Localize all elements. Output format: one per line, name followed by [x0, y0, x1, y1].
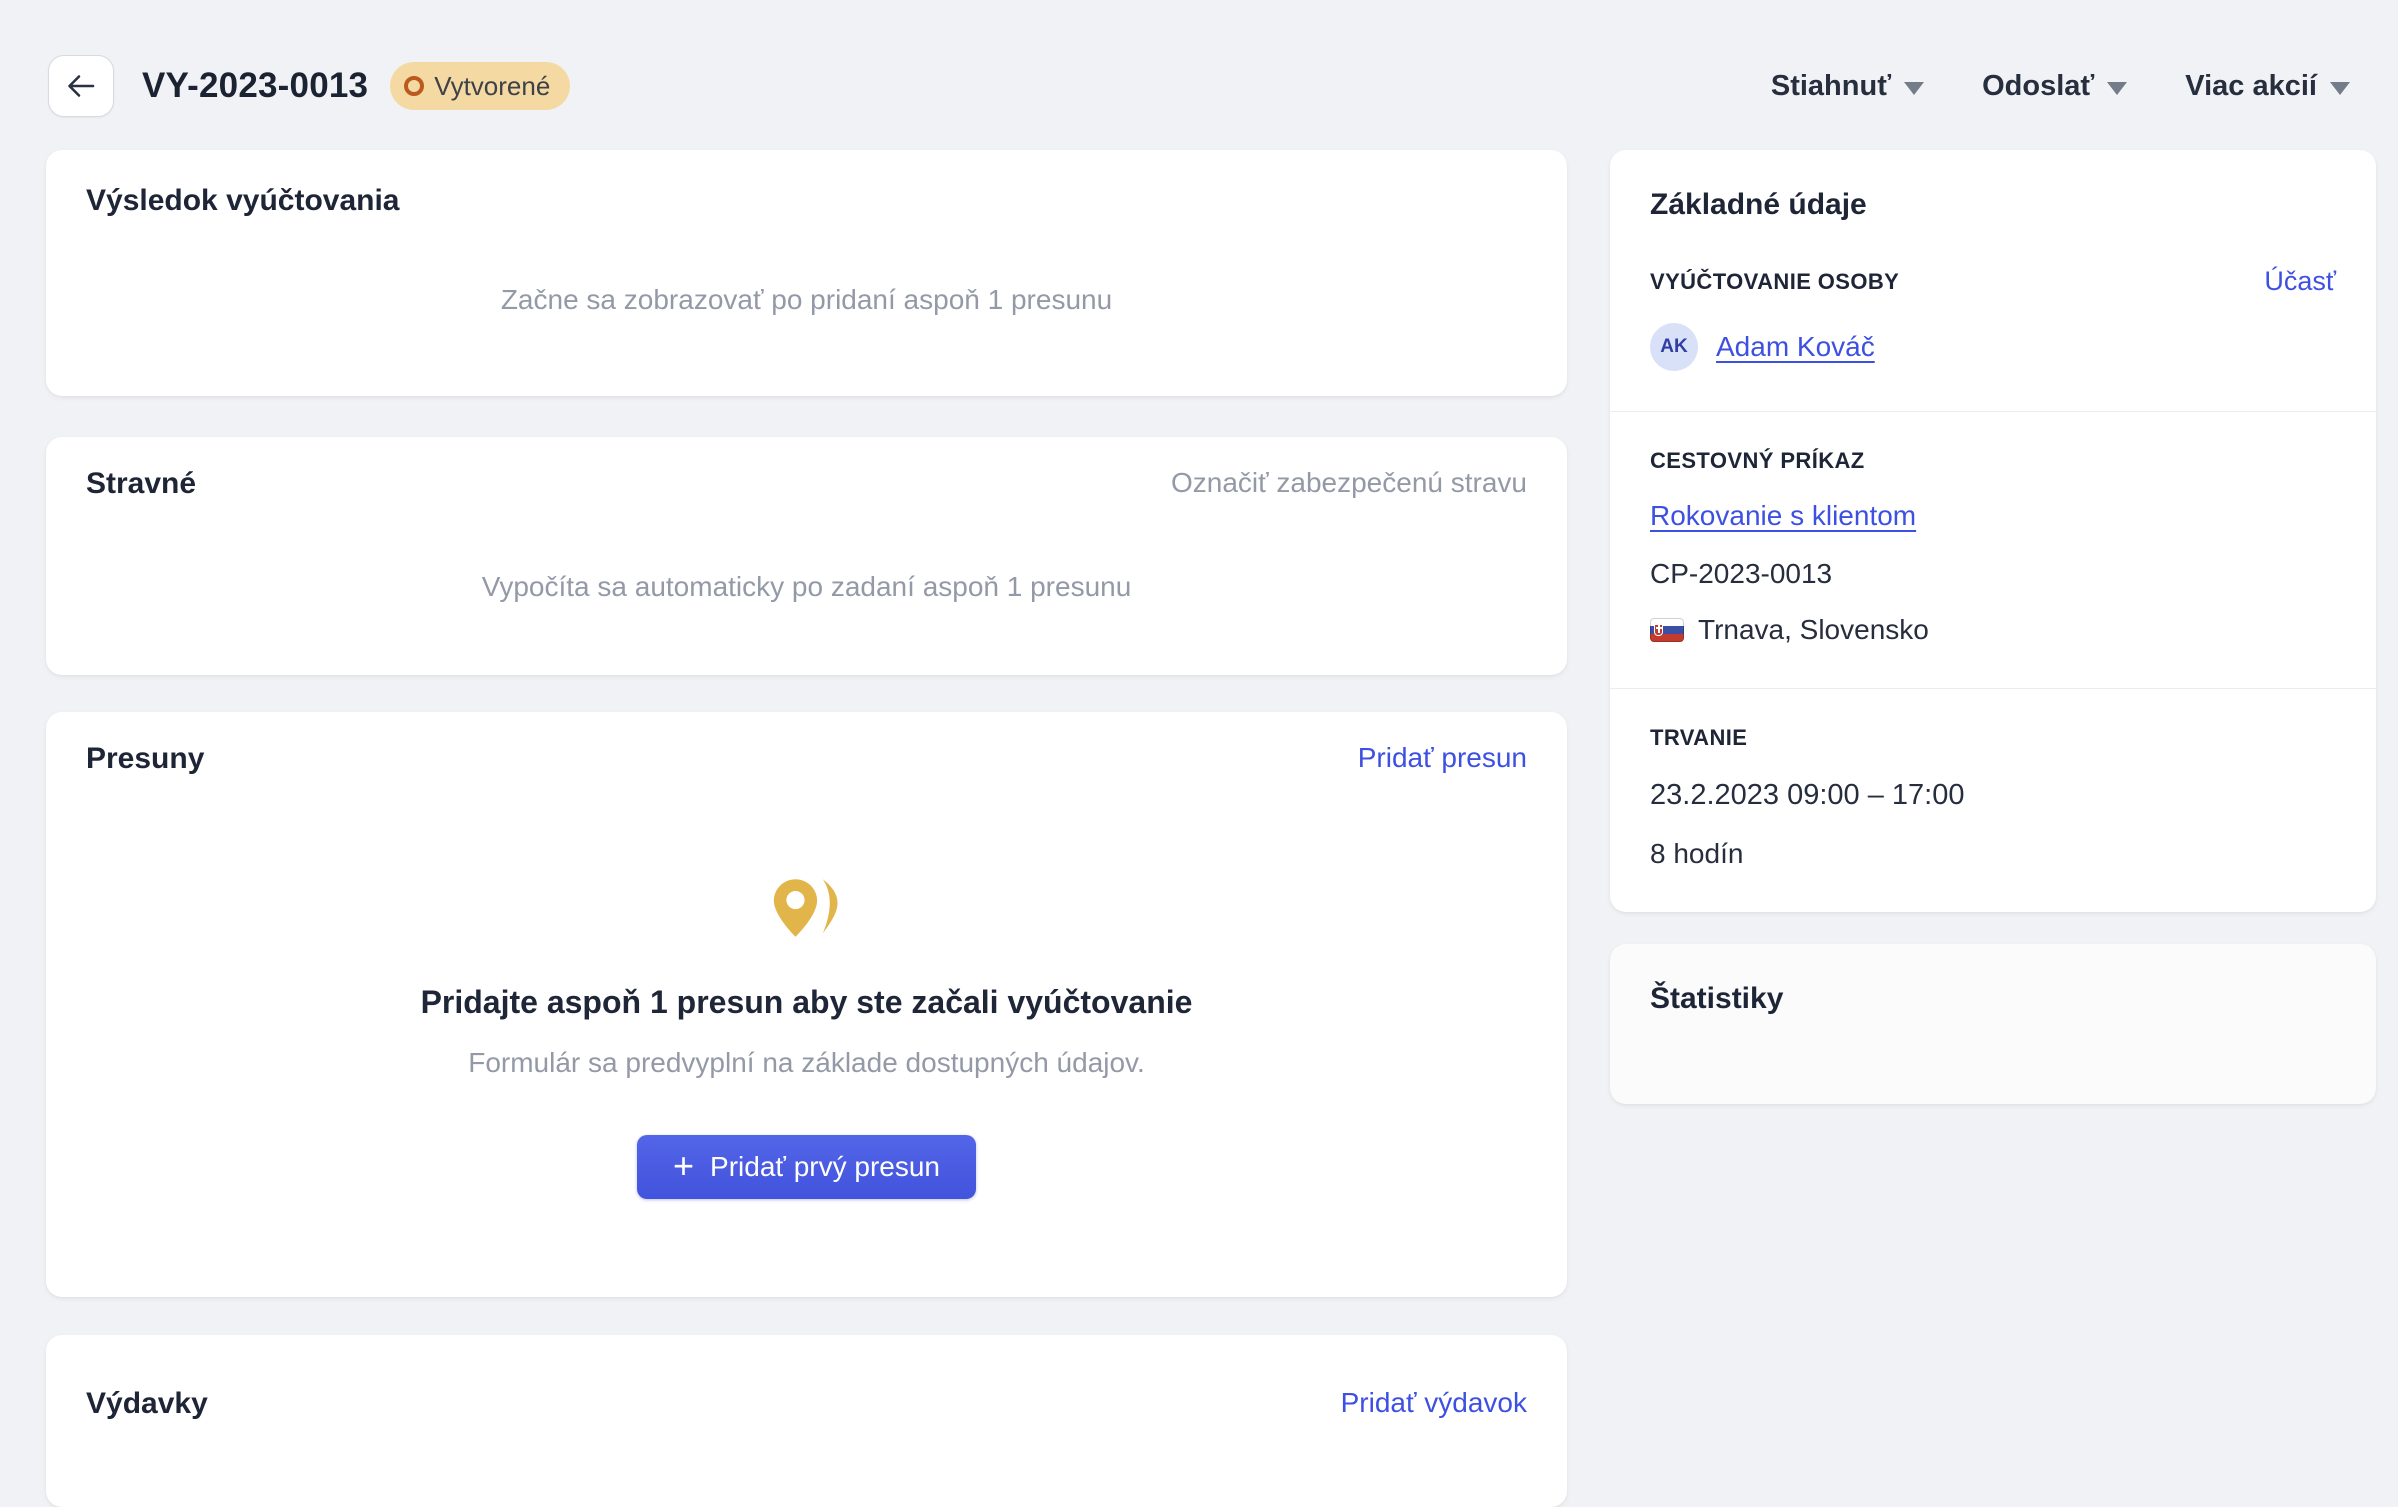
settlement-result-empty-text: Začne sa zobrazovať po pridaní aspoň 1 p… — [86, 284, 1527, 316]
chevron-down-icon — [2107, 82, 2127, 95]
status-badge-label: Vytvorené — [434, 71, 550, 102]
person-section: VYÚČTOVANIE OSOBY Účasť AK Adam Kováč — [1610, 222, 2376, 411]
download-dropdown-button[interactable]: Stiahnuť — [1771, 70, 1924, 103]
basic-info-title: Základné údaje — [1650, 188, 2336, 222]
chevron-down-icon — [1904, 82, 1924, 95]
download-label: Stiahnuť — [1771, 70, 1891, 103]
main-column: Výsledok vyúčtovania Začne sa zobrazovať… — [46, 150, 1567, 1507]
transfers-title: Presuny — [86, 742, 204, 776]
mark-provided-meals-action[interactable]: Označiť zabezpečenú stravu — [1171, 467, 1527, 499]
travel-order-section: CESTOVNÝ PRÍKAZ Rokovanie s klientom CP-… — [1610, 412, 2376, 688]
expenses-title: Výdavky — [86, 1387, 208, 1421]
more-actions-dropdown-button[interactable]: Viac akcií — [2185, 70, 2350, 103]
travel-order-label: CESTOVNÝ PRÍKAZ — [1650, 448, 2336, 474]
add-transfer-link[interactable]: Pridať presun — [1358, 742, 1527, 774]
duration-total: 8 hodín — [1650, 838, 2336, 870]
sidebar: Základné údaje VYÚČTOVANIE OSOBY Účasť A… — [1610, 150, 2376, 1104]
duration-section: TRVANIE 23.2.2023 09:00 – 17:00 8 hodín — [1610, 689, 2376, 912]
plus-icon: + — [673, 1148, 694, 1184]
back-arrow-icon — [66, 73, 96, 99]
meals-empty-text: Vypočíta sa automaticky po zadaní aspoň … — [86, 571, 1527, 603]
duration-range: 23.2.2023 09:00 – 17:00 — [1650, 779, 2336, 812]
add-expense-link[interactable]: Pridať výdavok — [1341, 1387, 1527, 1419]
meals-card: Stravné Označiť zabezpečenú stravu Vypoč… — [46, 437, 1567, 675]
status-badge: Vytvorené — [390, 62, 570, 110]
settlement-result-title: Výsledok vyúčtovania — [86, 184, 1527, 218]
page-header: VY-2023-0013 Vytvorené Stiahnuť Odoslať … — [48, 54, 2350, 118]
statistics-card: Štatistiky — [1610, 944, 2376, 1104]
send-dropdown-button[interactable]: Odoslať — [1982, 70, 2127, 103]
chevron-down-icon — [2330, 82, 2350, 95]
participation-link[interactable]: Účasť — [2264, 266, 2336, 297]
back-button[interactable] — [48, 55, 114, 117]
travel-order-location: Trnava, Slovensko — [1698, 614, 1929, 646]
status-ring-icon — [404, 76, 424, 96]
person-name-link[interactable]: Adam Kováč — [1716, 331, 1875, 363]
add-first-transfer-button[interactable]: + Pridať prvý presun — [637, 1135, 976, 1199]
meals-title: Stravné — [86, 467, 196, 501]
map-pin-icon — [771, 876, 843, 940]
add-first-transfer-label: Pridať prvý presun — [710, 1151, 940, 1183]
avatar: AK — [1650, 323, 1698, 371]
transfers-empty-heading: Pridajte aspoň 1 presun aby ste začali v… — [421, 984, 1193, 1021]
send-label: Odoslať — [1982, 70, 2094, 103]
settlement-result-card: Výsledok vyúčtovania Začne sa zobrazovať… — [46, 150, 1567, 396]
duration-label: TRVANIE — [1650, 725, 2336, 751]
transfers-card: Presuny Pridať presun Pridajte aspoň 1 p… — [46, 712, 1567, 1297]
basic-info-card: Základné údaje VYÚČTOVANIE OSOBY Účasť A… — [1610, 150, 2376, 912]
slovakia-flag-icon — [1650, 618, 1684, 642]
transfers-empty-subtitle: Formulár sa predvyplní na základe dostup… — [468, 1047, 1145, 1079]
header-actions: Stiahnuť Odoslať Viac akcií — [1771, 70, 2350, 103]
travel-order-code: CP-2023-0013 — [1650, 558, 2336, 590]
travel-order-link[interactable]: Rokovanie s klientom — [1650, 500, 1916, 531]
person-section-label: VYÚČTOVANIE OSOBY — [1650, 269, 1899, 295]
expenses-card: Výdavky Pridať výdavok — [46, 1335, 1567, 1507]
page-title: VY-2023-0013 — [142, 66, 368, 106]
statistics-title: Štatistiky — [1650, 982, 2336, 1016]
more-actions-label: Viac akcií — [2185, 70, 2317, 103]
